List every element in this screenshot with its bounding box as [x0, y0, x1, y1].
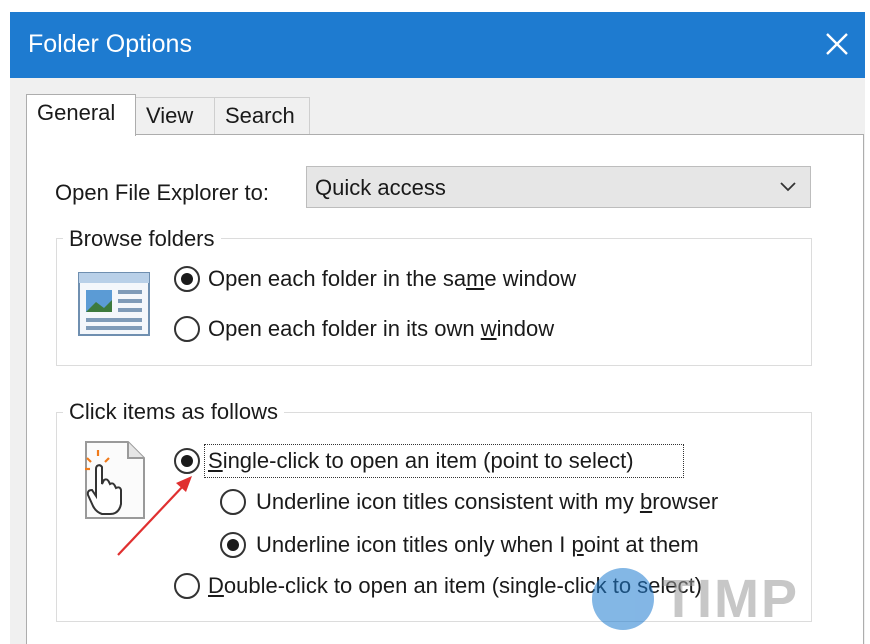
- tab-general-label: General: [37, 100, 116, 125]
- watermark-logo-icon: [592, 568, 654, 630]
- tab-general[interactable]: General: [26, 94, 136, 136]
- watermark-text: TIMP: [662, 569, 799, 629]
- watermark: TIMP: [588, 562, 848, 638]
